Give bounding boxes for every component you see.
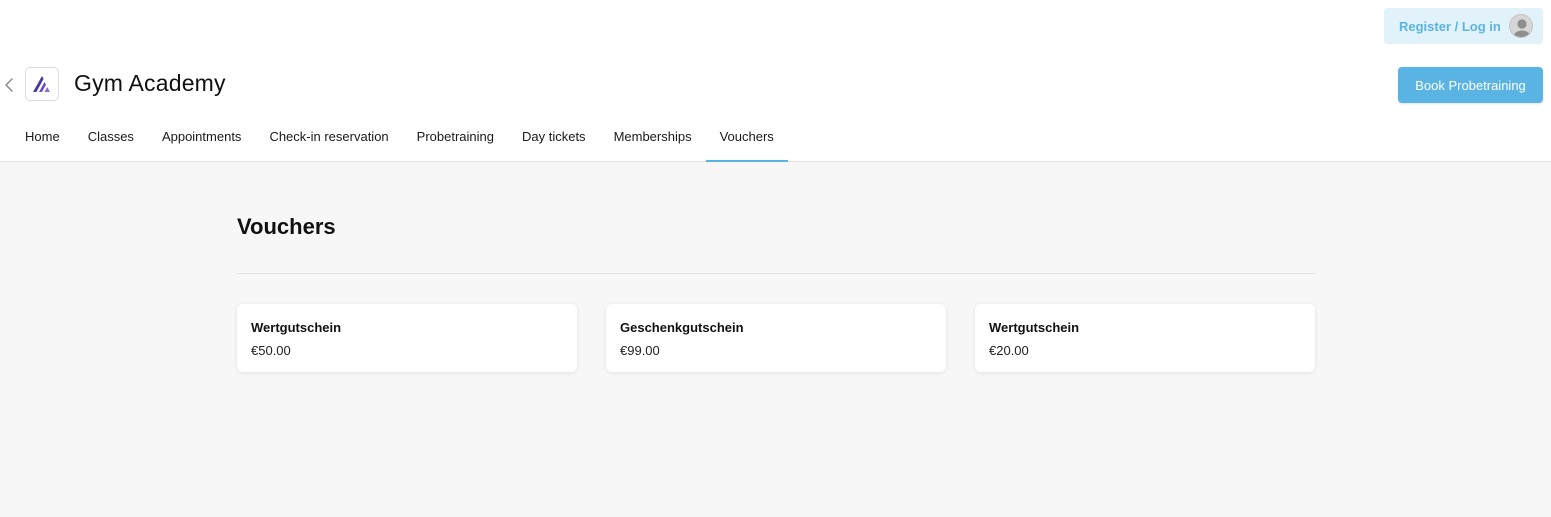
register-login-label: Register / Log in — [1399, 18, 1501, 34]
voucher-list: Wertgutschein €50.00 Geschenkgutschein €… — [237, 304, 1315, 372]
voucher-name: Geschenkgutschein — [620, 320, 744, 335]
main-content: Vouchers Wertgutschein €50.00 Geschenkgu… — [0, 162, 1551, 517]
top-bar: Register / Log in — [0, 0, 1551, 56]
gym-academy-logo[interactable] — [25, 67, 59, 101]
nav-item-classes[interactable]: Classes — [74, 114, 148, 161]
voucher-card[interactable]: Geschenkgutschein €99.00 — [606, 304, 946, 372]
nav-item-memberships[interactable]: Memberships — [600, 114, 706, 161]
main-nav: Home Classes Appointments Check-in reser… — [0, 114, 1551, 162]
nav-item-probetraining[interactable]: Probetraining — [403, 114, 508, 161]
voucher-name: Wertgutschein — [251, 320, 342, 335]
gym-title: Gym Academy — [74, 70, 226, 96]
chevron-left-icon[interactable] — [2, 76, 16, 94]
user-avatar-icon — [1509, 14, 1533, 38]
nav-item-vouchers[interactable]: Vouchers — [705, 114, 789, 162]
divider — [237, 273, 1316, 274]
nav-item-appointments[interactable]: Appointments — [148, 114, 256, 161]
voucher-price: €99.00 — [620, 343, 660, 358]
nav-item-check-in-reservation[interactable]: Check-in reservation — [255, 114, 402, 161]
nav-item-home[interactable]: Home — [11, 114, 74, 161]
voucher-price: €20.00 — [989, 343, 1029, 358]
header: Gym Academy Book Probetraining — [0, 56, 1551, 114]
book-probetraining-button[interactable]: Book Probetraining — [1398, 67, 1543, 103]
voucher-price: €50.00 — [251, 343, 291, 358]
voucher-card[interactable]: Wertgutschein €20.00 — [975, 304, 1315, 372]
voucher-card[interactable]: Wertgutschein €50.00 — [237, 304, 577, 372]
nav-item-day-tickets[interactable]: Day tickets — [508, 114, 600, 161]
register-login-button[interactable]: Register / Log in — [1384, 8, 1543, 44]
page-title: Vouchers — [237, 214, 336, 239]
voucher-name: Wertgutschein — [989, 320, 1080, 335]
